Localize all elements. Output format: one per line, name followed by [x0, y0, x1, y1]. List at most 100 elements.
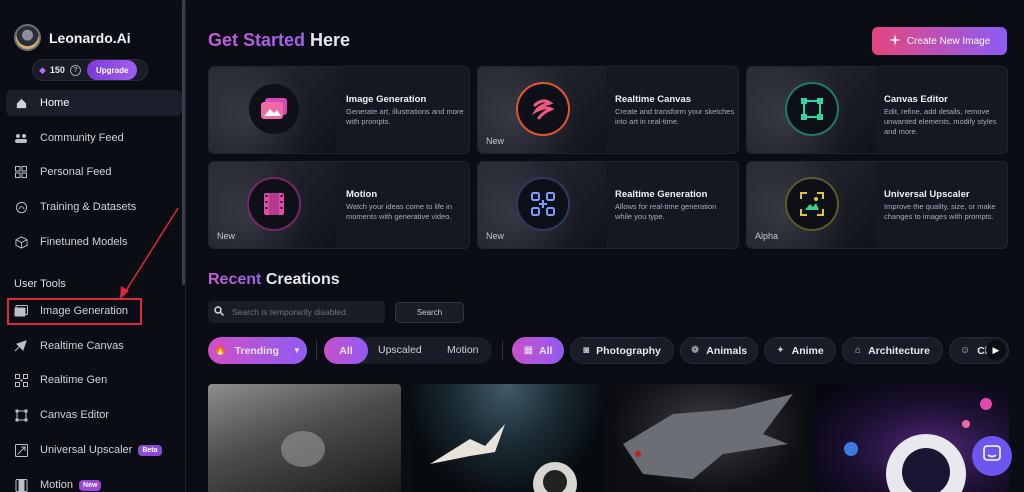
search-input[interactable]: [232, 307, 382, 317]
card-tag: New: [486, 136, 505, 146]
card-tag: Alpha: [755, 231, 779, 241]
grid-dots-icon: [14, 373, 28, 387]
chat-support-button[interactable]: [972, 436, 1012, 476]
annotation-highlight-box: [7, 298, 142, 325]
sidebar-item-motion[interactable]: Motion New: [6, 472, 182, 492]
media-filter-upscaled[interactable]: Upscaled: [378, 344, 422, 356]
card-desc: Generate art, illustrations and more wit…: [346, 107, 464, 126]
trending-dropdown[interactable]: 🔥 Trending ▼: [208, 337, 307, 364]
beta-badge: Beta: [138, 444, 162, 456]
sidebar-item-realtime-gen[interactable]: Realtime Gen: [6, 367, 182, 393]
sidebar-item-label: Canvas Editor: [40, 409, 110, 421]
media-filter-motion[interactable]: Motion: [447, 344, 479, 356]
sidebar-item-label: Universal Upscaler: [40, 444, 133, 456]
media-filter-all[interactable]: All: [324, 337, 368, 364]
divider: [316, 340, 317, 361]
sidebar-item-canvas-editor[interactable]: Canvas Editor: [6, 402, 182, 428]
card-title: Realtime Generation: [615, 189, 708, 200]
help-icon[interactable]: ?: [69, 64, 81, 76]
sidebar-item-realtime-canvas[interactable]: Realtime Canvas: [6, 333, 182, 359]
home-icon: [14, 96, 28, 110]
creation-thumbnail[interactable]: [410, 384, 603, 492]
community-icon: [14, 131, 28, 145]
sparkle-icon: ✦: [776, 345, 785, 356]
canvas-editor-icon: [787, 84, 837, 134]
page-title: Get Started Here: [208, 30, 350, 51]
card-tag: New: [217, 231, 236, 241]
card-title: Image Generation: [346, 94, 427, 105]
sidebar-item-label: Community Feed: [40, 132, 124, 144]
sidebar-item-personal-feed[interactable]: Personal Feed: [6, 159, 182, 185]
film-icon: [14, 478, 28, 492]
card-universal-upscaler[interactable]: Alpha Universal Upscaler Improve the qua…: [746, 161, 1008, 249]
search-button[interactable]: Search: [395, 302, 464, 323]
avatar[interactable]: [14, 24, 41, 51]
creation-thumbnail[interactable]: [208, 384, 401, 492]
card-canvas-editor[interactable]: Canvas Editor Edit, refine, add details,…: [746, 66, 1008, 154]
sidebar-item-home[interactable]: Home: [6, 90, 182, 116]
realtime-generation-icon: [518, 179, 568, 229]
motion-icon: [249, 179, 299, 229]
sidebar-scrollbar[interactable]: [182, 0, 185, 285]
card-title: Realtime Canvas: [615, 94, 692, 105]
paw-icon: ❁: [690, 345, 700, 356]
chevron-down-icon: ▼: [292, 346, 301, 355]
upscale-icon: [14, 443, 28, 457]
annotation-arrow: [120, 207, 179, 299]
category-label: All: [539, 344, 553, 357]
training-icon: [14, 200, 28, 214]
sidebar-item-label: Motion: [40, 479, 74, 491]
sidebar-item-label: Personal Feed: [40, 166, 112, 178]
category-all[interactable]: ▦ All: [512, 337, 564, 364]
sparkle-icon: [888, 33, 901, 49]
new-badge: New: [79, 479, 102, 491]
recent-rest: Creations: [265, 271, 340, 288]
card-realtime-generation[interactable]: New Realtime Generation Allows for real-…: [477, 161, 739, 249]
brand-name: Leonardo.Ai: [49, 29, 131, 46]
grid-icon: ▦: [523, 345, 534, 356]
chat-icon: [983, 444, 1001, 468]
card-realtime-canvas[interactable]: New Realtime Canvas Create and transform…: [477, 66, 739, 154]
token-icon: ◆: [39, 64, 46, 75]
image-generation-icon: [249, 84, 299, 134]
sidebar-item-label: Realtime Gen: [40, 374, 108, 386]
create-new-image-button[interactable]: Create New Image: [872, 27, 1007, 55]
chevron-right-icon[interactable]: ▶: [986, 340, 1006, 360]
sidebar-item-label: Realtime Canvas: [40, 340, 124, 352]
sidebar-item-universal-upscaler[interactable]: Universal Upscaler Beta: [6, 437, 182, 463]
credit-count: 150: [49, 65, 65, 75]
search-box[interactable]: [208, 301, 385, 323]
card-title: Universal Upscaler: [884, 189, 970, 200]
sidebar-item-community-feed[interactable]: Community Feed: [6, 125, 182, 151]
card-title: Motion: [346, 189, 378, 200]
card-desc: Improve the quality, size, or make chang…: [884, 202, 996, 221]
card-desc: Edit, refine, add details, remove unwant…: [884, 107, 997, 136]
building-icon: ⌂: [855, 345, 862, 356]
category-photography[interactable]: ◙ Photography: [570, 337, 674, 364]
category-anime[interactable]: ✦ Anime: [764, 337, 836, 364]
recent-creations-title: Recent Creations: [208, 271, 340, 289]
title-accent: Get Started: [208, 30, 306, 50]
credits-pill: ◆ 150 ? Upgrade: [32, 59, 148, 81]
grid-icon: [14, 165, 28, 179]
divider: [502, 340, 503, 361]
brand[interactable]: Leonardo.Ai: [14, 24, 131, 51]
category-label: Animals: [706, 344, 748, 357]
create-label: Create New Image: [906, 35, 991, 47]
cube-icon: [14, 235, 28, 249]
card-motion[interactable]: New Motion Watch your ideas come to life…: [208, 161, 470, 249]
sidebar-item-label: Home: [40, 97, 70, 109]
camera-icon: ◙: [583, 345, 590, 356]
user-tools-heading: User Tools: [14, 278, 66, 290]
title-rest: Here: [310, 30, 351, 50]
category-animals[interactable]: ❁ Animals: [680, 337, 758, 364]
search-icon: [214, 303, 225, 321]
card-title: Canvas Editor: [884, 94, 948, 105]
creation-thumbnail[interactable]: [816, 384, 1009, 492]
creation-thumbnail[interactable]: [613, 384, 806, 492]
card-image-generation[interactable]: Image Generation Generate art, illustrat…: [208, 66, 470, 154]
category-architecture[interactable]: ⌂ Architecture: [842, 337, 943, 364]
trending-label: Trending: [234, 344, 279, 357]
person-icon: ☺: [960, 345, 971, 356]
upgrade-button[interactable]: Upgrade: [86, 60, 138, 80]
